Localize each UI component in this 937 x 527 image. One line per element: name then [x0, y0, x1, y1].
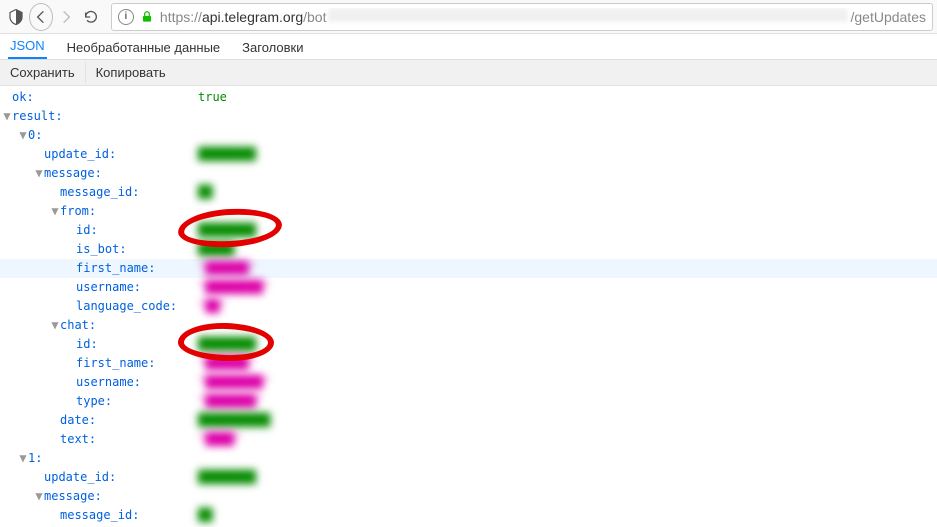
- json-row: message_id:██: [0, 506, 937, 525]
- json-row: is_bot:█████: [0, 240, 937, 259]
- json-row[interactable]: ▼message:: [0, 164, 937, 183]
- reload-button[interactable]: [80, 3, 103, 31]
- url-text: https://api.telegram.org/bot/getUpdates: [160, 8, 926, 25]
- tab-headers[interactable]: Заголовки: [240, 36, 305, 59]
- view-tabs: JSON Необработанные данные Заголовки: [0, 34, 937, 60]
- json-row: first_name:"██████": [0, 354, 937, 373]
- shield-icon[interactable]: [4, 3, 27, 31]
- lock-icon: [140, 10, 154, 24]
- json-row: date:██████████: [0, 411, 937, 430]
- json-row: ok:true: [0, 88, 937, 107]
- actions-bar: Сохранить Копировать: [0, 60, 937, 86]
- toggle-icon[interactable]: ▼: [50, 202, 60, 221]
- browser-toolbar: i https://api.telegram.org/bot/getUpdate…: [0, 0, 937, 34]
- toggle-icon[interactable]: ▼: [2, 107, 12, 126]
- json-row: first_name:"██████": [0, 259, 937, 278]
- json-row[interactable]: ▼chat:: [0, 316, 937, 335]
- json-row: text:"████": [0, 430, 937, 449]
- toggle-icon[interactable]: ▼: [18, 449, 28, 468]
- json-row: update_id:████████: [0, 468, 937, 487]
- copy-button[interactable]: Копировать: [86, 62, 176, 83]
- json-row: username:"████████": [0, 278, 937, 297]
- json-row: username:"████████": [0, 373, 937, 392]
- json-row[interactable]: ▼result:: [0, 107, 937, 126]
- tab-raw-data[interactable]: Необработанные данные: [65, 36, 222, 59]
- json-row[interactable]: ▼0:: [0, 126, 937, 145]
- json-row: update_id:████████: [0, 145, 937, 164]
- toggle-icon[interactable]: ▼: [34, 164, 44, 183]
- json-row: id:████████: [0, 221, 937, 240]
- json-row: id:████████: [0, 335, 937, 354]
- toggle-icon[interactable]: ▼: [34, 487, 44, 506]
- info-icon[interactable]: i: [118, 9, 134, 25]
- save-button[interactable]: Сохранить: [0, 62, 86, 83]
- tab-json[interactable]: JSON: [8, 34, 47, 59]
- url-bar[interactable]: i https://api.telegram.org/bot/getUpdate…: [111, 3, 933, 31]
- toggle-icon[interactable]: ▼: [18, 126, 28, 145]
- json-row[interactable]: ▼1:: [0, 449, 937, 468]
- back-button[interactable]: [29, 3, 53, 31]
- json-row: message_id:██: [0, 183, 937, 202]
- forward-button[interactable]: [55, 3, 78, 31]
- json-row: language_code:"██": [0, 297, 937, 316]
- json-row[interactable]: ▼from:: [0, 202, 937, 221]
- json-row: type:"███████": [0, 392, 937, 411]
- toggle-icon[interactable]: ▼: [50, 316, 60, 335]
- json-row[interactable]: ▼message:: [0, 487, 937, 506]
- json-viewer: ok:true ▼result: ▼0: update_id:████████ …: [0, 86, 937, 525]
